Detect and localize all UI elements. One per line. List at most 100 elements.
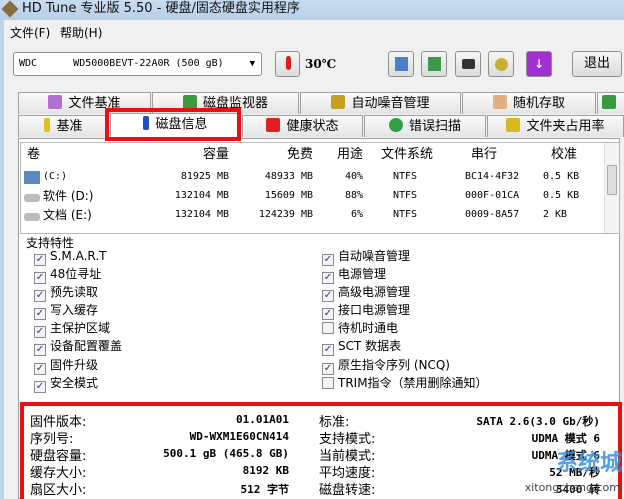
checkbox-label: SCT 数据表 (338, 339, 402, 353)
checkbox[interactable]: ✓ (34, 254, 46, 266)
menu-file[interactable]: 文件(F) (10, 24, 50, 41)
feature-checkbox[interactable]: ✓ 电源管理 (322, 266, 386, 284)
checkbox-label: S.M.A.R.T (50, 249, 107, 263)
tab-health[interactable]: 健康状态 (242, 115, 363, 137)
checkbox-label: 安全模式 (50, 376, 99, 390)
feature-checkbox[interactable]: ✓ 48位寻址 (34, 266, 101, 284)
table-row[interactable]: (C:) 81925 MB 48933 MB 40% NTFS BC14-4F3… (21, 168, 605, 186)
info-label: 扇区大小: (30, 483, 87, 498)
checkbox-label: 高级电源管理 (338, 285, 411, 299)
checkbox[interactable]: ✓ (322, 344, 334, 356)
cell: 40% (344, 171, 363, 182)
col-free[interactable]: 免费 (231, 146, 313, 164)
copy-icon (395, 57, 408, 71)
checkbox[interactable]: ✓ (34, 344, 46, 356)
tab-label: 自动噪音管理 (351, 96, 430, 111)
tab-extra[interactable] (597, 92, 624, 114)
volume-table: 卷 容量 免费 用途 文件系统 串行 校准 (C:) 81925 MB 4893… (20, 142, 620, 234)
drive-select[interactable]: WDC WD5000BEVT-22A0R (500 gB) ▼ (13, 52, 262, 76)
feature-checkbox[interactable]: ✓ 自动噪音管理 (322, 248, 410, 266)
checkbox[interactable]: ✓ (34, 363, 46, 375)
checkbox[interactable]: ✓ (34, 326, 46, 338)
checkbox-label: 固件升级 (50, 358, 99, 372)
feature-checkbox[interactable]: ✓ SCT 数据表 (322, 338, 401, 356)
copy-text-button[interactable] (388, 51, 414, 77)
tab-benchmark[interactable]: 基准 (18, 115, 109, 137)
cell: 2 KB (543, 209, 568, 220)
checkbox[interactable]: ✓ (322, 290, 334, 302)
exit-button[interactable]: 退出 (572, 51, 622, 77)
magnifier-icon (388, 118, 403, 132)
checkbox[interactable]: ✓ (322, 254, 334, 266)
cell: 文档 (E:) (43, 208, 92, 222)
watermark-url: xitongcheng.com (524, 481, 620, 494)
feature-checkbox[interactable]: 待机时通电 (322, 320, 398, 338)
cell: 132104 MB (174, 190, 229, 201)
feature-checkbox[interactable]: ✓ S.M.A.R.T (34, 248, 106, 266)
checkbox-label: 主保护区域 (50, 321, 111, 335)
save-button[interactable]: ↓ (526, 51, 552, 77)
table-row[interactable]: 文档 (E:) 132104 MB 124239 MB 6% NTFS 0009… (21, 206, 605, 224)
window-title: HD Tune 专业版 5.50 - 硬盘/固态硬盘实用程序 (22, 1, 300, 16)
checkbox[interactable]: ✓ (34, 308, 46, 320)
feature-checkbox[interactable]: ✓ 高级电源管理 (322, 284, 410, 302)
checkbox[interactable]: ✓ (322, 308, 334, 320)
checkbox[interactable]: ✓ (34, 272, 46, 284)
feature-checkbox[interactable]: ✓ 设备配置覆盖 (34, 338, 122, 356)
col-volume[interactable]: 卷 (27, 146, 40, 164)
col-cluster[interactable]: 校准 (551, 146, 577, 164)
cell: 软件 (D:) (43, 189, 94, 203)
menu-help[interactable]: 帮助(H) (60, 24, 102, 41)
supported-features: 支持特性 ✓ S.M.A.R.T ✓ 48位寻址 ✓ 预先读取 ✓ 写入缓存 ✓ 主保护区域 ✓ 设备… (20, 236, 620, 396)
scrollbar-thumb[interactable] (607, 165, 617, 195)
feature-checkbox[interactable]: ✓ 写入缓存 (34, 302, 98, 320)
cell: 0009-8A57 (465, 209, 520, 220)
checkbox[interactable]: ✓ (322, 363, 334, 375)
feature-checkbox[interactable]: ✓ 原生指令序列 (NCQ) (322, 357, 450, 375)
feature-checkbox[interactable]: ✓ 主保护区域 (34, 320, 110, 338)
checkbox-label: 预先读取 (50, 285, 99, 299)
info-value: 500.1 gB (465.8 GB) (163, 447, 289, 460)
tab-label: 健康状态 (286, 119, 339, 134)
tab-label: 基准 (56, 119, 83, 134)
tab-random-access[interactable]: 随机存取 (462, 92, 596, 114)
tab-error-scan[interactable]: 错误扫描 (364, 115, 486, 137)
checkbox[interactable]: ✓ (34, 290, 46, 302)
cell: 0.5 KB (543, 190, 580, 201)
screenshot-button[interactable] (455, 51, 481, 77)
cell: BC14-4F32 (465, 171, 520, 182)
info-value: SATA 2.6(3.0 Gb/秒) (476, 415, 600, 428)
table-row[interactable]: 软件 (D:) 132104 MB 15609 MB 88% NTFS 000F… (21, 187, 605, 205)
title-bar: HD Tune 专业版 5.50 - 硬盘/固态硬盘实用程序 (0, 0, 624, 20)
col-capacity[interactable]: 容量 (141, 146, 229, 164)
options-button[interactable] (488, 51, 514, 77)
checkbox[interactable]: ✓ (322, 272, 334, 284)
temperature-button[interactable] (275, 51, 300, 77)
tab-folder-usage[interactable]: 文件夹占用率 (487, 115, 624, 137)
speaker-icon (331, 95, 346, 109)
options-icon (495, 58, 508, 71)
checkbox-label: 设备配置覆盖 (50, 339, 123, 353)
vertical-scrollbar[interactable] (604, 143, 619, 233)
cell: 15609 MB (264, 190, 313, 201)
copy-all-button[interactable] (421, 51, 447, 77)
col-filesystem[interactable]: 文件系统 (381, 146, 433, 164)
checkbox[interactable] (322, 322, 334, 334)
col-usage[interactable]: 用途 (321, 146, 363, 164)
tab-aam[interactable]: 自动噪音管理 (300, 92, 461, 114)
feature-checkbox[interactable]: ✓ 预先读取 (34, 284, 98, 302)
exclamation-icon (44, 118, 51, 132)
feature-checkbox[interactable]: ✓ 安全模式 (34, 375, 98, 393)
temperature-value: 30℃ (305, 57, 337, 71)
feature-checkbox[interactable]: ✓ 接口电源管理 (322, 302, 410, 320)
checkbox-label: 电源管理 (338, 267, 387, 281)
feature-checkbox[interactable]: ✓ 固件升级 (34, 357, 98, 375)
checkbox[interactable]: ✓ (34, 381, 46, 393)
drive-icon (24, 194, 40, 202)
feature-checkbox[interactable]: TRIM指令（禁用删除通知） (322, 375, 488, 393)
checkbox[interactable] (322, 377, 334, 389)
table-header: 卷 容量 免费 用途 文件系统 串行 校准 (21, 146, 605, 164)
drive-select-value: WDC WD5000BEVT-22A0R (500 gB) (19, 58, 224, 69)
col-serial[interactable]: 串行 (471, 146, 497, 164)
tab-label: 随机存取 (512, 96, 565, 111)
